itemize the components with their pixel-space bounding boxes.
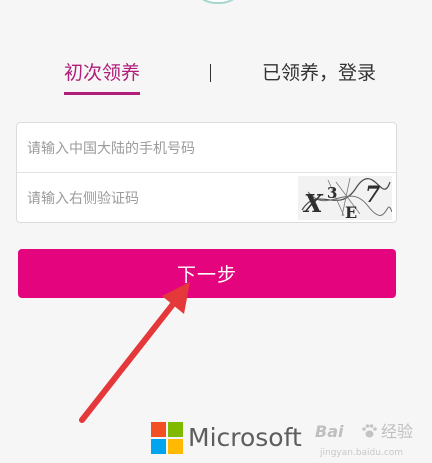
captcha-char-4: 7 <box>365 182 381 208</box>
microsoft-logo-icon <box>151 422 183 454</box>
captcha-image[interactable]: X 3 E 7 <box>298 176 392 220</box>
captcha-field-row: X 3 E 7 <box>17 173 396 225</box>
watermark-brand: Bai <box>315 422 344 441</box>
microsoft-wordmark: Microsoft <box>188 423 302 452</box>
tab-adopted-login[interactable]: 已领养，登录 <box>262 58 376 88</box>
tab-bar: 初次领养 已领养，登录 <box>0 58 432 98</box>
paw-icon <box>362 424 377 438</box>
captcha-char-2: 3 <box>327 184 337 202</box>
captcha-char-1: X <box>302 189 324 218</box>
watermark-domain: jingyan.baidu.com <box>320 448 404 458</box>
captcha-input[interactable] <box>25 173 319 225</box>
tab-first-adopt[interactable]: 初次领养 <box>64 58 141 95</box>
avatar <box>190 0 246 4</box>
active-tab-underline <box>64 92 141 95</box>
adoption-form: X 3 E 7 <box>16 122 397 225</box>
tab-first-adopt-label: 初次领养 <box>64 62 141 84</box>
tab-divider <box>210 64 211 82</box>
next-step-button[interactable]: 下一步 <box>18 249 396 298</box>
tab-adopted-login-label: 已领养，登录 <box>262 62 377 84</box>
phone-input[interactable] <box>25 123 389 174</box>
captcha-char-3: E <box>345 203 357 220</box>
phone-field-row <box>17 123 396 174</box>
baidu-watermark: Bai 经验 <box>315 422 423 446</box>
watermark-product: 经验 <box>381 422 414 441</box>
